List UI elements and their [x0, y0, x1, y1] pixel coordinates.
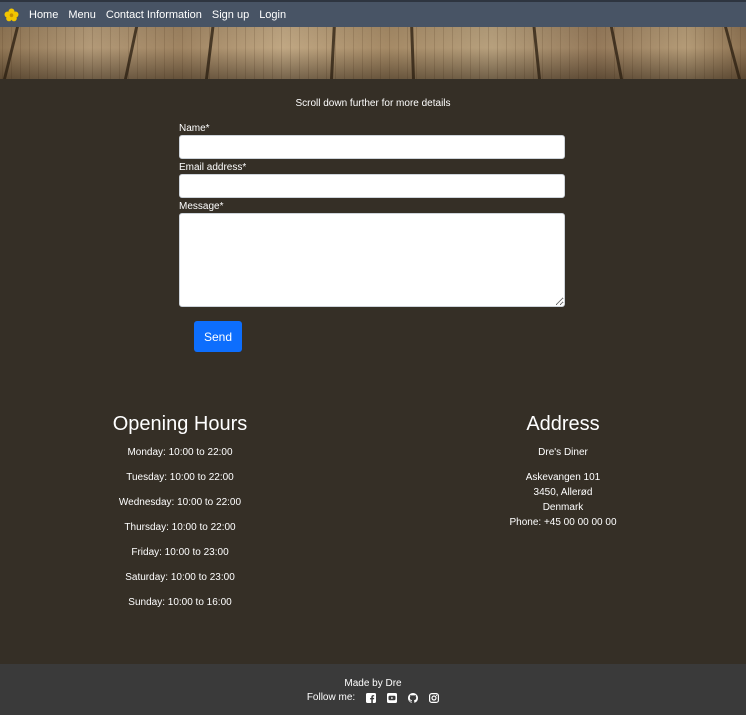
- opening-hours-title: Opening Hours: [112, 413, 248, 435]
- nav-signup-link[interactable]: Sign up: [212, 9, 249, 21]
- phone-number: Phone: +45 00 00 00 00: [509, 517, 617, 528]
- scroll-hint-text: Scroll down further for more details: [295, 98, 451, 109]
- nav-home-link[interactable]: Home: [29, 9, 58, 21]
- wood-hero-image: [0, 27, 746, 79]
- footer: Made by Dre Follow me:: [0, 664, 746, 715]
- send-button[interactable]: Send: [194, 321, 242, 352]
- hours-item: Wednesday: 10:00 to 22:00: [118, 497, 242, 508]
- hours-item: Monday: 10:00 to 22:00: [127, 447, 233, 458]
- follow-label: Follow me:: [306, 692, 356, 703]
- nav-menu-link[interactable]: Menu: [68, 9, 96, 21]
- hours-item: Sunday: 10:00 to 16:00: [128, 597, 232, 608]
- country-address: Denmark: [542, 502, 584, 513]
- hours-item: Saturday: 10:00 to 23:00: [125, 572, 235, 583]
- made-by-text: Made by Dre: [344, 678, 402, 689]
- message-label: Message*: [179, 201, 224, 212]
- email-input[interactable]: [179, 174, 565, 198]
- contact-form: Name* Email address* Message*: [179, 122, 565, 307]
- facebook-icon[interactable]: [366, 692, 377, 703]
- email-label: Email address*: [179, 162, 247, 173]
- address-section: Address Dre's Diner Askevangen 101 3450,…: [463, 411, 663, 531]
- hours-item: Thursday: 10:00 to 22:00: [124, 522, 236, 533]
- opening-hours-section: Opening Hours Monday: 10:00 to 22:00 Tue…: [80, 411, 280, 621]
- address-title: Address: [526, 413, 600, 435]
- street-address: Askevangen 101: [525, 472, 601, 483]
- city-address: 3450, Allerød: [533, 487, 593, 498]
- nav-login-link[interactable]: Login: [259, 9, 286, 21]
- instagram-icon[interactable]: [429, 692, 440, 703]
- restaurant-name: Dre's Diner: [538, 447, 588, 458]
- navbar: Home Menu Contact Information Sign up Lo…: [0, 0, 746, 27]
- youtube-icon[interactable]: [387, 692, 398, 703]
- hours-item: Tuesday: 10:00 to 22:00: [126, 472, 234, 483]
- message-textarea[interactable]: [179, 213, 565, 307]
- social-links: Follow me:: [0, 692, 746, 703]
- hours-item: Friday: 10:00 to 23:00: [131, 547, 229, 558]
- name-input[interactable]: [179, 135, 565, 159]
- nav-contact-link[interactable]: Contact Information: [106, 9, 202, 21]
- name-label: Name*: [179, 123, 210, 134]
- github-icon[interactable]: [408, 692, 419, 703]
- yellow-flower-icon[interactable]: [3, 7, 19, 23]
